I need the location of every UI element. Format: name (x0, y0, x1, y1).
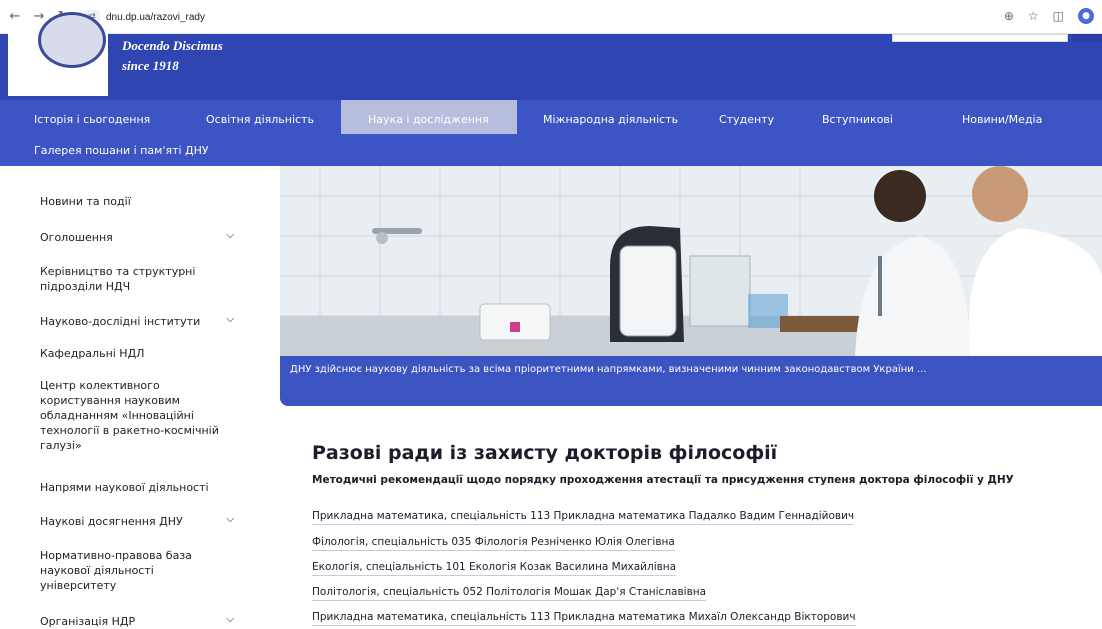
main-navigation: Історія і сьогодення Освітня діяльність … (0, 100, 1102, 166)
sidebar-item-research-areas[interactable]: Напрями наукової діяльності (40, 480, 230, 495)
council-link[interactable]: Прикладна математика, спеціальність 113 … (312, 510, 855, 525)
nav-item-international[interactable]: Міжнародна діяльність (543, 112, 678, 128)
side-panel-icon[interactable]: ◫ (1053, 9, 1064, 23)
motto-line-1: Docendo Discimus (122, 38, 223, 53)
site-header: Docendo Discimus since 1918 (0, 12, 1102, 100)
council-link[interactable]: Екологія, спеціальність 101 Екологія Коз… (312, 561, 677, 576)
council-link[interactable]: Прикладна математика, спеціальність 113 … (312, 611, 856, 626)
search-input[interactable] (892, 34, 1068, 42)
nav-item-history[interactable]: Історія і сьогодення (34, 112, 150, 128)
address-bar[interactable]: ⇄ dnu.dp.ua/razovi_rady (84, 6, 964, 28)
sidebar-item-regulations[interactable]: Нормативно-правова база наукової діяльно… (40, 548, 226, 593)
hero-banner: ДНУ здійснює наукову діяльність за всіма… (280, 166, 1102, 406)
browser-actions: ⊕ ☆ ◫ ● (1004, 8, 1094, 24)
nav-item-gallery[interactable]: Галерея пошани і пам'яті ДНУ (34, 143, 209, 159)
bookmark-star-icon[interactable]: ☆ (1028, 9, 1039, 23)
url-text: dnu.dp.ua/razovi_rady (106, 11, 205, 23)
laboratory-illustration (280, 166, 1102, 356)
sidebar-item-department-labs[interactable]: Кафедральні НДЛ (40, 346, 220, 361)
chevron-down-icon[interactable]: ⌵ (226, 512, 234, 526)
sidebar-item-news[interactable]: Новини та події (40, 194, 220, 209)
zoom-icon[interactable]: ⊕ (1004, 9, 1014, 23)
chevron-down-icon[interactable]: ⌵ (226, 312, 234, 326)
nav-item-science[interactable]: Наука і дослідження (341, 100, 517, 134)
council-link[interactable]: Політологія, спеціальність 052 Політолог… (312, 586, 707, 601)
browser-toolbar: ← → ↻ ⇄ dnu.dp.ua/razovi_rady ⊕ ☆ ◫ ● (0, 0, 1102, 34)
laboratory-photo (280, 166, 1102, 356)
methodology-link[interactable]: Методичні рекомендації щодо порядку прох… (312, 474, 1014, 486)
nav-item-education[interactable]: Освітня діяльність (206, 112, 314, 128)
hero-caption: ДНУ здійснює наукову діяльність за всіма… (290, 364, 927, 375)
motto: Docendo Discimus since 1918 (122, 36, 223, 76)
motto-line-2: since 1918 (122, 58, 179, 73)
nav-item-applicant[interactable]: Вступникові (822, 112, 893, 128)
sidebar: Новини та події Оголошення ⌵ Керівництво… (0, 166, 262, 629)
search-button[interactable] (1072, 34, 1102, 42)
chevron-down-icon[interactable]: ⌵ (226, 612, 234, 626)
sidebar-item-management[interactable]: Керівництво та структурні підрозділи НДЧ (40, 264, 226, 294)
sidebar-item-collective-center[interactable]: Центр колективного користування науковим… (40, 378, 236, 453)
back-icon[interactable]: ← (6, 8, 24, 26)
sidebar-item-achievements[interactable]: Наукові досягнення ДНУ (40, 514, 220, 529)
sidebar-item-research-organization[interactable]: Організація НДР (40, 614, 220, 629)
sidebar-item-research-institutes[interactable]: Науково-дослідні інститути (40, 314, 226, 329)
chevron-down-icon[interactable]: ⌵ (226, 228, 234, 242)
page-title: Разові ради із захисту докторів філософі… (312, 442, 778, 464)
sidebar-item-announcements[interactable]: Оголошення (40, 230, 220, 245)
logo-container[interactable] (8, 12, 108, 96)
council-link[interactable]: Філологія, спеціальність 035 Філологія Р… (312, 536, 675, 551)
nav-item-student[interactable]: Студенту (719, 112, 774, 128)
nav-item-news-media[interactable]: Новини/Медіа (962, 112, 1042, 128)
university-seal-icon (38, 12, 106, 68)
profile-avatar[interactable]: ● (1078, 8, 1094, 24)
